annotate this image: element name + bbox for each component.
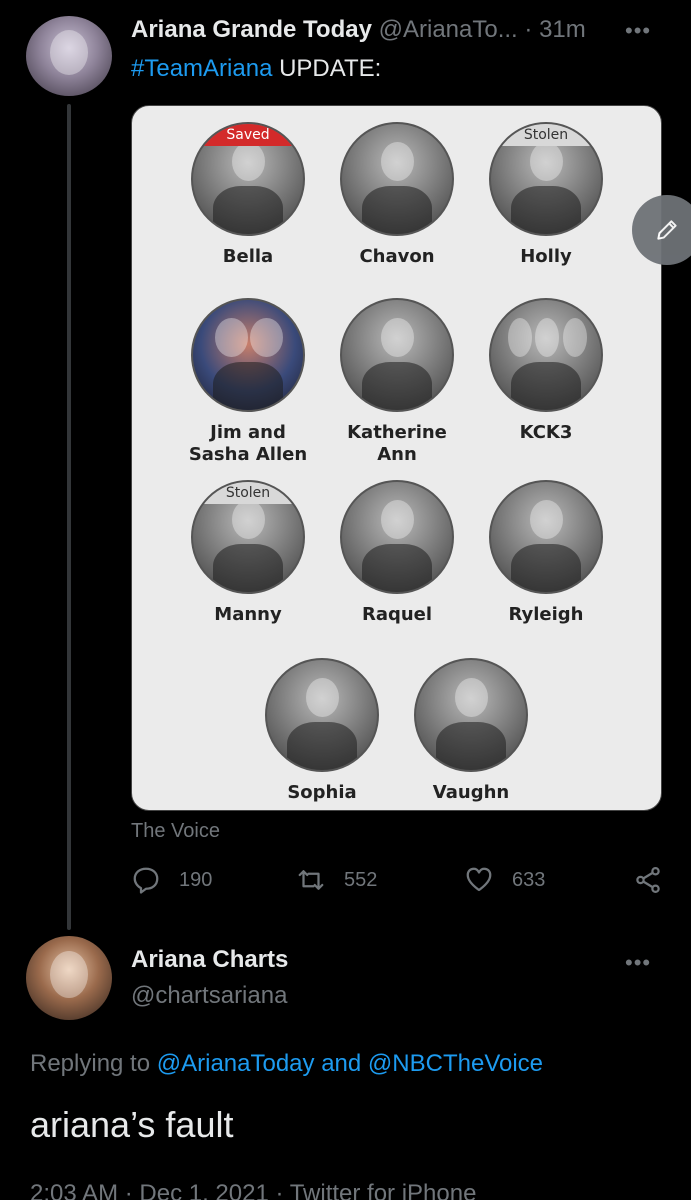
saved-badge: Saved <box>193 124 303 146</box>
reply-button[interactable]: 190 <box>131 865 212 895</box>
replying-to: Replying to @ArianaToday and @NBCTheVoic… <box>30 1050 543 1078</box>
contestant-vaughn: Vaughn <box>411 658 531 804</box>
reply-count: 190 <box>179 868 213 891</box>
reply-text: ariana’s fault <box>30 1104 234 1145</box>
stolen-badge: Stolen <box>193 482 303 504</box>
contestant-raquel: Raquel <box>337 480 457 626</box>
share-icon <box>636 867 660 893</box>
pencil-icon <box>657 220 677 240</box>
contestant-name: Ryleigh <box>508 604 584 625</box>
mention-link[interactable]: @ArianaToday <box>157 1050 315 1077</box>
retweet-button[interactable]: 552 <box>296 865 377 895</box>
thread-line <box>67 104 71 930</box>
contestant-jim-sasha-allen: Jim and Sasha Allen <box>188 298 308 466</box>
contestant-name: Chavon <box>359 246 435 267</box>
share-button[interactable] <box>633 865 663 895</box>
more-dots-icon[interactable]: ••• <box>625 950 651 976</box>
mention-link[interactable]: @NBCTheVoice <box>368 1050 543 1077</box>
retweet-icon <box>298 870 324 890</box>
contestant-name: Raquel <box>361 604 433 625</box>
reply-author-handle[interactable]: @chartsariana <box>131 982 287 1010</box>
contestant-chavon: Chavon <box>337 122 457 268</box>
contestant-name: Vaughn <box>432 782 510 803</box>
contestant-holly: Stolen Holly <box>486 122 606 268</box>
contestant-bella: Saved Bella <box>188 122 308 268</box>
author-name[interactable]: Ariana Grande Today <box>131 16 372 43</box>
tweet-actions: 190 552 633 <box>131 865 671 905</box>
replying-prefix: Replying to <box>30 1050 157 1077</box>
contestant-name: KCK3 <box>519 422 573 443</box>
contestant-sophia: Sophia <box>262 658 382 804</box>
contestant-katherine-ann: Katherine Ann <box>337 298 457 466</box>
hashtag-link[interactable]: #TeamAriana <box>131 55 272 82</box>
more-dots-icon[interactable]: ••• <box>625 18 651 44</box>
avatar[interactable] <box>26 936 112 1020</box>
contestant-ryleigh: Ryleigh <box>486 480 606 626</box>
heart-icon <box>466 867 492 892</box>
avatar[interactable] <box>26 16 112 96</box>
media-card[interactable]: Saved Bella Chavon Stolen Holly Jim and … <box>131 105 662 811</box>
tweet-time[interactable]: 31m <box>539 16 586 43</box>
tweet-text: #TeamAriana UPDATE: <box>131 55 381 83</box>
tweet-body: UPDATE: <box>272 55 382 82</box>
mention-and: and <box>314 1050 368 1077</box>
contestant-manny: Stolen Manny <box>188 480 308 626</box>
tweet-meta: 2:03 AM · Dec 1, 2021 · Twitter for iPho… <box>30 1180 477 1200</box>
separator: · <box>524 16 533 43</box>
contestant-name: Holly <box>520 246 572 267</box>
tweet-header: Ariana Grande Today @ArianaTo... · 31m <box>131 16 586 44</box>
stolen-badge: Stolen <box>491 124 601 146</box>
like-button[interactable]: 633 <box>464 865 545 895</box>
retweet-count: 552 <box>344 868 378 891</box>
author-handle[interactable]: @ArianaTo... <box>379 16 518 43</box>
contestant-kck3: KCK3 <box>486 298 606 444</box>
contestant-name: Sophia <box>287 782 357 803</box>
reply-author-name[interactable]: Ariana Charts <box>131 946 288 974</box>
contestant-name: Jim and Sasha Allen <box>188 422 308 465</box>
card-source[interactable]: The Voice <box>131 820 220 843</box>
contestant-name: Katherine Ann <box>347 422 447 465</box>
like-count: 633 <box>512 868 546 891</box>
contestant-name: Manny <box>214 604 282 625</box>
reply-icon <box>133 867 159 894</box>
contestant-name: Bella <box>222 246 274 267</box>
